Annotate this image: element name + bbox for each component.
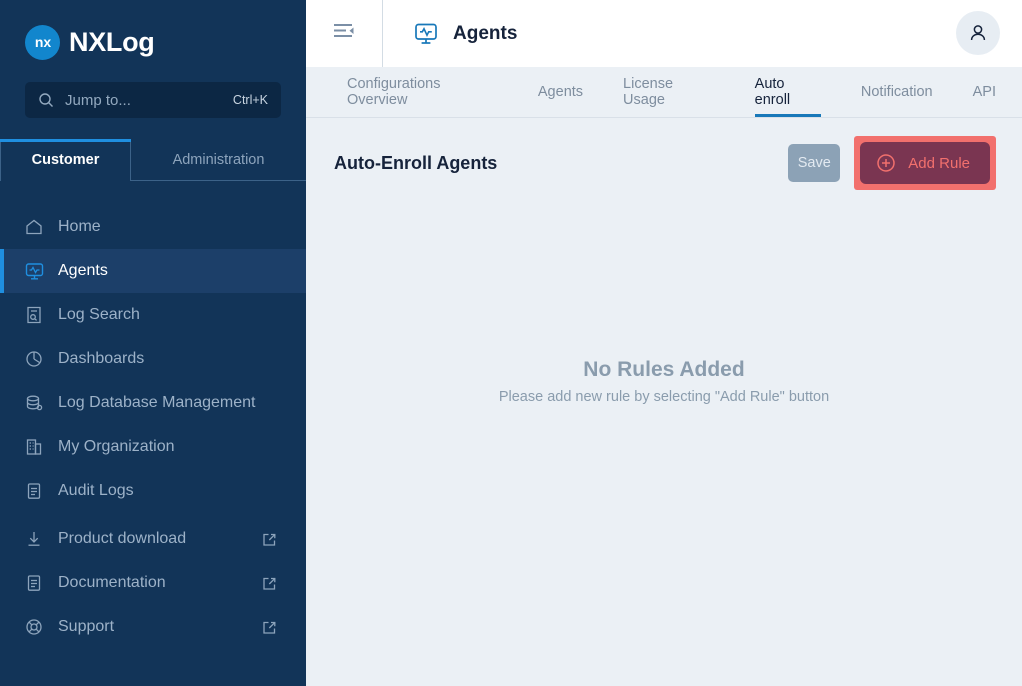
sidebar-item-audit-logs-label: Audit Logs (58, 482, 134, 500)
empty-state: No Rules Added Please add new rule by se… (306, 358, 1022, 405)
sidebar-tab-customer-label: Customer (32, 152, 100, 168)
user-avatar-icon (956, 11, 1000, 55)
content-panel: Auto-Enroll Agents Save (306, 118, 1022, 686)
main-area: Agents Configurations Overview Agents (306, 0, 1022, 686)
search-placeholder: Jump to... (65, 92, 222, 109)
content-header: Auto-Enroll Agents Save (306, 118, 1022, 186)
svg-text:nx: nx (34, 34, 51, 50)
search-input[interactable]: Jump to... Ctrl+K (25, 82, 281, 118)
log-search-icon (22, 305, 46, 325)
sidebar-item-dashboards[interactable]: Dashboards (0, 337, 306, 381)
sidebar-item-my-organization-label: My Organization (58, 438, 175, 456)
tab-license-usage-label: License Usage (623, 76, 715, 108)
user-menu-button[interactable] (956, 11, 1000, 55)
sidebar-item-agents[interactable]: Agents (0, 249, 306, 293)
plus-circle-icon (876, 153, 896, 173)
nxlog-logo-icon: nx (25, 25, 60, 60)
tab-configurations-overview-label: Configurations Overview (347, 76, 498, 108)
external-link-icon (261, 531, 278, 548)
sidebar-item-product-download-label: Product download (58, 530, 186, 548)
sidebar-item-log-search-label: Log Search (58, 306, 140, 324)
home-icon (22, 217, 46, 237)
sidebar-item-documentation-label: Documentation (58, 574, 166, 592)
building-icon (22, 437, 46, 457)
clipboard-icon (22, 573, 46, 593)
tab-auto-enroll-label: Auto enroll (755, 76, 821, 108)
tab-notification-label: Notification (861, 84, 933, 100)
add-rule-button[interactable]: Add Rule (860, 142, 990, 184)
dashboards-pie-icon (22, 349, 46, 369)
tab-agents[interactable]: Agents (524, 67, 597, 117)
sidebar: nx NXLog Jump to... Ctrl+K Customer Admi… (0, 0, 306, 686)
page-title-group: Agents (383, 21, 517, 47)
tab-api[interactable]: API (959, 67, 1010, 117)
sidebar-tab-administration-label: Administration (173, 152, 265, 168)
agents-monitor-pulse-icon (22, 261, 46, 282)
tab-license-usage[interactable]: License Usage (609, 67, 729, 117)
sidebar-nav: Home Agents (0, 205, 306, 649)
empty-state-subtitle: Please add new rule by selecting "Add Ru… (499, 389, 829, 405)
tab-configurations-overview[interactable]: Configurations Overview (333, 67, 512, 117)
sidebar-item-home-label: Home (58, 218, 101, 236)
sidebar-item-product-download[interactable]: Product download (0, 517, 306, 561)
brand-name: NXLog (69, 29, 155, 56)
save-button-label: Save (798, 155, 831, 171)
clipboard-icon (22, 481, 46, 501)
collapse-sidebar-button[interactable] (306, 0, 382, 67)
tab-agents-label: Agents (538, 84, 583, 100)
save-button[interactable]: Save (788, 144, 840, 182)
sidebar-tab-customer[interactable]: Customer (0, 139, 131, 181)
download-icon (22, 529, 46, 549)
sidebar-segment-tabs: Customer Administration (0, 139, 306, 181)
add-rule-highlight: Add Rule (854, 136, 996, 190)
action-buttons: Save Add Rule (788, 136, 996, 190)
sidebar-tab-administration[interactable]: Administration (131, 139, 306, 181)
sidebar-item-support-label: Support (58, 618, 114, 636)
sidebar-item-log-search[interactable]: Log Search (0, 293, 306, 337)
sidebar-item-log-database-management[interactable]: Log Database Management (0, 381, 306, 425)
tab-auto-enroll[interactable]: Auto enroll (741, 67, 835, 117)
external-link-icon (261, 575, 278, 592)
tab-api-label: API (973, 84, 996, 100)
sidebar-item-documentation[interactable]: Documentation (0, 561, 306, 605)
search-shortcut-hint: Ctrl+K (233, 93, 268, 107)
section-title: Auto-Enroll Agents (334, 153, 497, 174)
page-title: Agents (453, 23, 517, 45)
sidebar-item-log-database-management-label: Log Database Management (58, 394, 255, 412)
sidebar-item-audit-logs[interactable]: Audit Logs (0, 469, 306, 513)
add-rule-button-label: Add Rule (908, 155, 970, 172)
sidebar-item-support[interactable]: Support (0, 605, 306, 649)
app-root: nx NXLog Jump to... Ctrl+K Customer Admi… (0, 0, 1022, 686)
database-icon (22, 393, 46, 413)
collapse-sidebar-icon (332, 21, 356, 46)
tab-notification[interactable]: Notification (847, 67, 947, 117)
empty-state-title: No Rules Added (583, 358, 744, 382)
search-icon (38, 92, 54, 108)
sidebar-item-agents-label: Agents (58, 262, 108, 280)
brand[interactable]: nx NXLog (0, 0, 306, 62)
topbar: Agents (306, 0, 1022, 67)
sidebar-item-dashboards-label: Dashboards (58, 350, 144, 368)
sidebar-item-home[interactable]: Home (0, 205, 306, 249)
external-link-icon (261, 619, 278, 636)
lifebuoy-icon (22, 617, 46, 637)
content-tabbar: Configurations Overview Agents License U… (306, 67, 1022, 118)
agents-monitor-pulse-icon (413, 21, 439, 47)
sidebar-item-my-organization[interactable]: My Organization (0, 425, 306, 469)
